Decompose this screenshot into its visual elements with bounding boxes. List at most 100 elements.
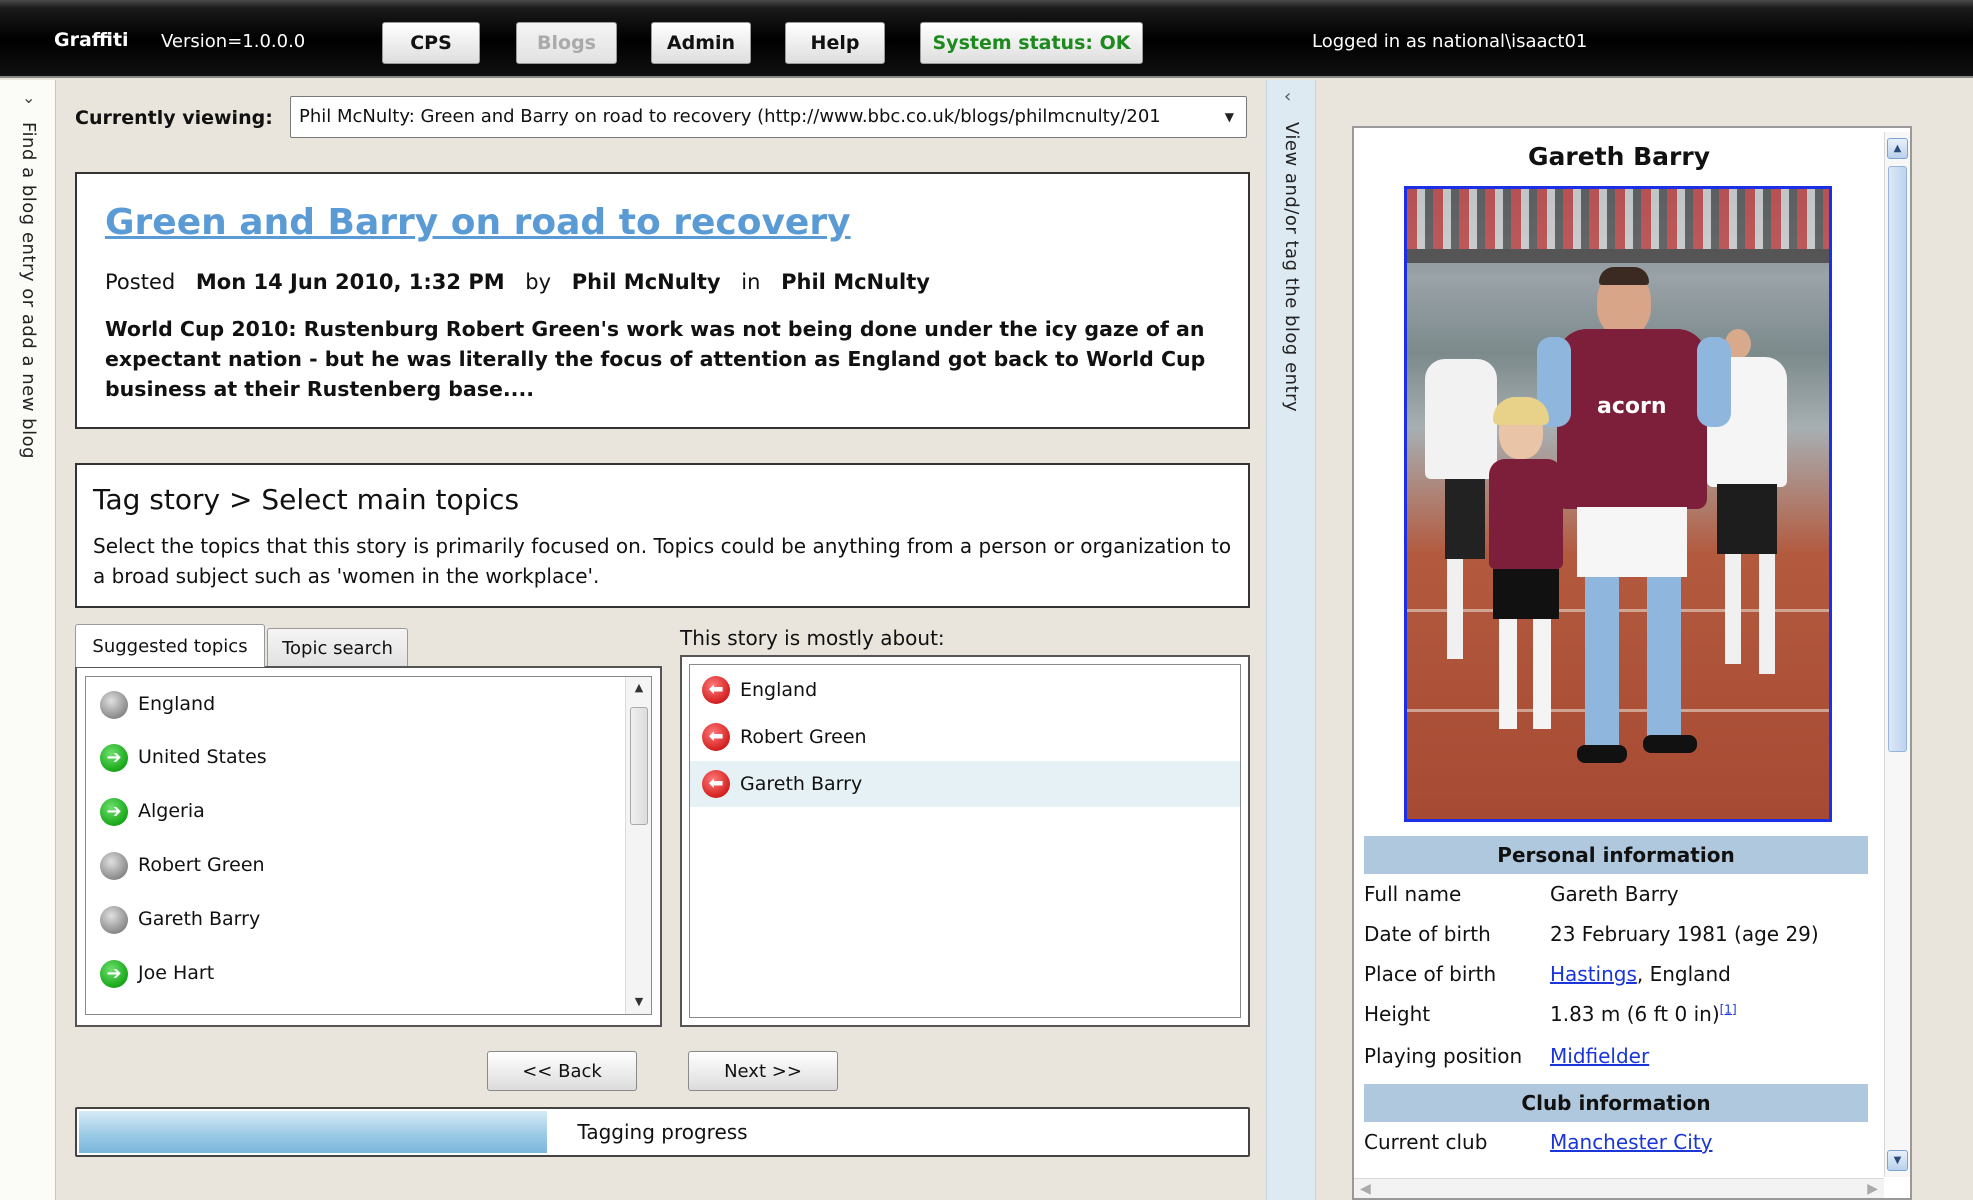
system-status-button[interactable]: System status: OK bbox=[920, 22, 1143, 64]
tag-step-description: Select the topics that this story is pri… bbox=[93, 534, 1232, 588]
find-blog-rail[interactable]: ⌄ Find a blog entry or add a new blog bbox=[0, 80, 56, 1200]
player-photo: acorn bbox=[1404, 186, 1832, 822]
tag-step-breadcrumb: Tag story > Select main topics bbox=[93, 483, 520, 516]
suggested-topics-panel: England ➔ United States ➔ Algeria Robert… bbox=[75, 666, 662, 1027]
currently-viewing-label: Currently viewing: bbox=[75, 107, 273, 129]
info-row: Current club Manchester City bbox=[1364, 1122, 1868, 1162]
topic-info-panel: Gareth Barry acorn Personal information … bbox=[1352, 126, 1912, 1200]
scroll-up-icon[interactable]: ▲ bbox=[626, 681, 651, 694]
add-arrow-icon[interactable] bbox=[100, 1014, 128, 1015]
next-button[interactable]: Next >> bbox=[688, 1051, 838, 1091]
chevron-down-icon[interactable]: ⌄ bbox=[22, 88, 35, 107]
in-label: in bbox=[741, 270, 761, 294]
tag-entry-rail-label: View and/or tag the blog entry bbox=[1281, 122, 1302, 413]
position-key: Playing position bbox=[1364, 1044, 1523, 1068]
by-label: by bbox=[525, 270, 552, 294]
suggested-topics-list[interactable]: England ➔ United States ➔ Algeria Robert… bbox=[85, 676, 652, 1015]
posted-date: Mon 14 Jun 2010, 1:32 PM bbox=[195, 270, 505, 294]
scrollbar-thumb[interactable] bbox=[1888, 166, 1907, 752]
neutral-circle-icon[interactable] bbox=[100, 852, 128, 880]
full-name-key: Full name bbox=[1364, 882, 1462, 906]
topic-label: England bbox=[740, 679, 818, 701]
posted-label: Posted bbox=[105, 270, 176, 294]
info-row: Date of birth 23 February 1981 (age 29) bbox=[1364, 914, 1868, 954]
chevron-left-icon[interactable]: ‹ bbox=[1284, 86, 1291, 107]
scroll-right-icon[interactable]: ▶ bbox=[1867, 1181, 1878, 1197]
mostly-about-label: This story is mostly about: bbox=[680, 626, 945, 650]
list-item[interactable]: ⬅ Robert Green bbox=[690, 714, 1240, 760]
mostly-about-panel: ⬅ England ⬅ Robert Green ⬅ Gareth Barry bbox=[680, 655, 1250, 1027]
height-ref-link[interactable]: [1] bbox=[1720, 1002, 1737, 1016]
dob-value: 23 February 1981 (age 29) bbox=[1550, 922, 1819, 946]
list-item[interactable]: ⬅ Gareth Barry bbox=[690, 761, 1240, 807]
nav-cps-button[interactable]: CPS bbox=[382, 22, 480, 64]
personal-info-header: Personal information bbox=[1364, 836, 1868, 874]
pob-rest: , England bbox=[1636, 962, 1731, 986]
topic-info-title: Gareth Barry bbox=[1527, 142, 1710, 171]
blog-entry-meta: Posted Mon 14 Jun 2010, 1:32 PM by Phil … bbox=[105, 270, 930, 294]
list-item[interactable] bbox=[86, 1001, 626, 1015]
neutral-circle-icon[interactable] bbox=[100, 691, 128, 719]
currently-viewing-select[interactable]: Phil McNulty: Green and Barry on road to… bbox=[290, 96, 1247, 138]
info-panel-hscrollbar[interactable]: ◀ ▶ bbox=[1354, 1178, 1884, 1198]
topic-label: Robert Green bbox=[138, 854, 265, 876]
scroll-left-icon[interactable]: ◀ bbox=[1360, 1181, 1371, 1197]
add-arrow-icon[interactable]: ➔ bbox=[100, 744, 128, 772]
height-text: 1.83 m (6 ft 0 in) bbox=[1550, 1002, 1720, 1026]
tab-topic-search[interactable]: Topic search bbox=[267, 628, 408, 668]
blog-entry-summary: World Cup 2010: Rustenburg Robert Green'… bbox=[105, 317, 1206, 401]
height-key: Height bbox=[1364, 1002, 1431, 1026]
add-arrow-icon[interactable]: ➔ bbox=[100, 960, 128, 988]
nav-blogs-button[interactable]: Blogs bbox=[516, 22, 617, 64]
blog-name: Phil McNulty bbox=[781, 270, 930, 294]
topic-label: Gareth Barry bbox=[740, 773, 863, 795]
tag-entry-rail[interactable]: ‹ View and/or tag the blog entry bbox=[1266, 80, 1316, 1200]
height-value: 1.83 m (6 ft 0 in)[1] bbox=[1550, 1002, 1737, 1026]
info-row: Full name Gareth Barry bbox=[1364, 874, 1868, 914]
list-item[interactable]: ➔ Algeria bbox=[86, 785, 626, 839]
scrollbar-thumb[interactable] bbox=[630, 707, 648, 825]
mostly-about-list[interactable]: ⬅ England ⬅ Robert Green ⬅ Gareth Barry bbox=[689, 664, 1241, 1018]
list-item[interactable]: ⬅ England bbox=[690, 667, 1240, 713]
scroll-down-icon[interactable]: ▼ bbox=[1887, 1150, 1908, 1171]
dob-key: Date of birth bbox=[1364, 922, 1491, 946]
list-item[interactable]: England bbox=[86, 678, 626, 732]
hastings-link[interactable]: Hastings bbox=[1550, 962, 1637, 986]
back-button[interactable]: << Back bbox=[487, 1051, 637, 1091]
info-row: Playing position Midfielder bbox=[1364, 1036, 1868, 1076]
neutral-circle-icon[interactable] bbox=[100, 906, 128, 934]
full-name-value: Gareth Barry bbox=[1550, 882, 1679, 906]
logged-in-user: Logged in as national\isaact01 bbox=[1312, 31, 1588, 52]
blog-entry-card: Green and Barry on road to recovery Post… bbox=[75, 172, 1250, 429]
nav-admin-button[interactable]: Admin bbox=[651, 22, 751, 64]
position-link[interactable]: Midfielder bbox=[1550, 1044, 1649, 1068]
suggested-scrollbar[interactable]: ▲ ▼ bbox=[625, 677, 651, 1014]
progress-label: Tagging progress bbox=[577, 1120, 748, 1144]
scroll-down-icon[interactable]: ▼ bbox=[626, 995, 651, 1008]
top-bar: Graffiti Version=1.0.0.0 CPS Blogs Admin… bbox=[0, 0, 1973, 78]
remove-arrow-icon[interactable]: ⬅ bbox=[702, 770, 730, 798]
app-name: Graffiti bbox=[54, 29, 129, 51]
topic-label: England bbox=[138, 693, 216, 715]
list-item[interactable]: ➔ United States bbox=[86, 731, 626, 785]
pob-value: Hastings, England bbox=[1550, 962, 1731, 986]
remove-arrow-icon[interactable]: ⬅ bbox=[702, 723, 730, 751]
info-panel-scrollbar[interactable]: ▲ ▼ bbox=[1884, 132, 1910, 1177]
topic-label: Robert Green bbox=[740, 726, 867, 748]
nav-help-button[interactable]: Help bbox=[785, 22, 885, 64]
tab-suggested-topics[interactable]: Suggested topics bbox=[75, 624, 265, 667]
club-link[interactable]: Manchester City bbox=[1550, 1130, 1713, 1154]
list-item[interactable]: ➔ Joe Hart bbox=[86, 947, 626, 1001]
list-item[interactable]: Robert Green bbox=[86, 839, 626, 893]
remove-arrow-icon[interactable]: ⬅ bbox=[702, 676, 730, 704]
topic-label: Joe Hart bbox=[138, 962, 215, 984]
list-item[interactable]: Gareth Barry bbox=[86, 893, 626, 947]
scroll-up-icon[interactable]: ▲ bbox=[1887, 138, 1908, 159]
currently-viewing-value: Phil McNulty: Green and Barry on road to… bbox=[299, 106, 1161, 127]
tagging-progress-bar: Tagging progress bbox=[75, 1107, 1250, 1157]
club-key: Current club bbox=[1364, 1130, 1488, 1154]
info-row: Height 1.83 m (6 ft 0 in)[1] bbox=[1364, 994, 1868, 1034]
blog-entry-title-link[interactable]: Green and Barry on road to recovery bbox=[105, 202, 851, 243]
add-arrow-icon[interactable]: ➔ bbox=[100, 798, 128, 826]
dropdown-arrow-icon[interactable]: ▼ bbox=[1225, 97, 1234, 137]
